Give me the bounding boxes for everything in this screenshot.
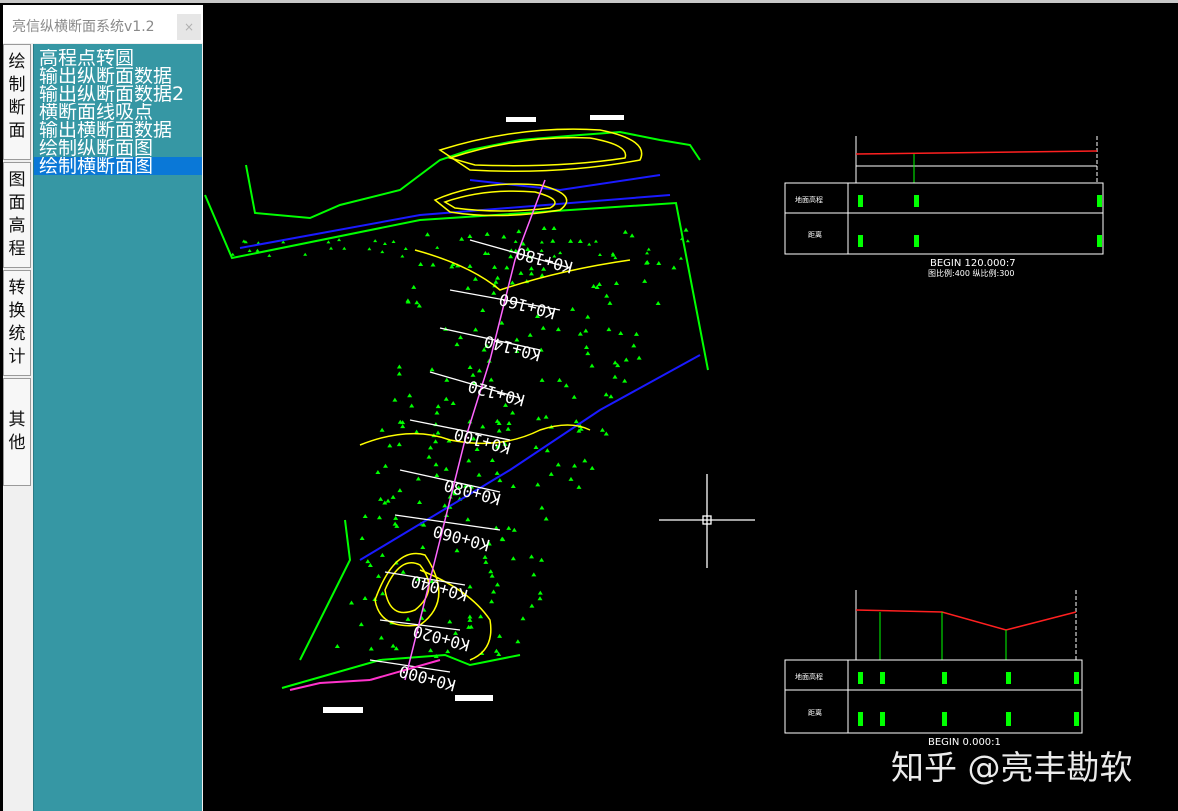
- panel-titlebar: 亮信纵横断面系统v1.2 ×: [3, 5, 203, 43]
- station-label: K0+040: [409, 572, 470, 605]
- plugin-panel: 亮信纵横断面系统v1.2 × 绘制 断面 图面 高程 转换 统计 其他 高程点转…: [3, 5, 203, 811]
- cross-section-top: 地面高程 距离 BEGIN 120.000:7 图比例:400 纵比例:300: [784, 136, 1104, 278]
- road-line: [239, 194, 671, 249]
- list-item-export-profile-2[interactable]: 输出纵断面数据2: [34, 85, 202, 103]
- station-label: K0+180: [514, 244, 575, 277]
- list-item-draw-profile[interactable]: 绘制纵断面图: [34, 139, 202, 157]
- station-label: K0+000: [397, 662, 458, 695]
- svg-text:地面高程: 地面高程: [795, 195, 823, 204]
- panel-title: 亮信纵横断面系统v1.2: [12, 19, 155, 35]
- list-item-draw-cross-section[interactable]: 绘制横断面图: [34, 157, 202, 175]
- tab-surface-elevation[interactable]: 图面 高程: [3, 162, 31, 268]
- station-label: K0+060: [431, 522, 492, 555]
- svg-text:距离: 距离: [808, 230, 822, 239]
- station-labels: K0+180K0+160K0+140K0+120K0+100K0+080K0+0…: [397, 244, 575, 695]
- station-label: K0+160: [497, 290, 558, 323]
- list-item-section-snap[interactable]: 横断面线吸点: [34, 103, 202, 121]
- svg-text:地面高程: 地面高程: [795, 672, 823, 681]
- command-list: 高程点转圆 输出纵断面数据 输出纵断面数据2 横断面线吸点 输出横断面数据 绘制…: [33, 44, 202, 811]
- list-item-export-cross-section[interactable]: 输出横断面数据: [34, 121, 202, 139]
- station-label: K0+120: [466, 377, 527, 410]
- cad-crosshair-cursor: [659, 474, 755, 568]
- station-label: K0+020: [411, 622, 472, 655]
- cad-canvas[interactable]: K0+180K0+160K0+140K0+120K0+100K0+080K0+0…: [203, 3, 1178, 811]
- tab-other[interactable]: 其他: [3, 378, 31, 486]
- tab-convert-stats[interactable]: 转换 统计: [3, 270, 31, 376]
- svg-text:距离: 距离: [808, 708, 822, 717]
- cross-section-bottom: 地面高程 距离 BEGIN 0.000:1: [784, 590, 1083, 748]
- station-label: K0+140: [482, 332, 543, 365]
- close-button[interactable]: ×: [177, 14, 201, 40]
- watermark: 知乎 @亮丰勘软: [891, 748, 1133, 787]
- list-item-height-to-circle[interactable]: 高程点转圆: [34, 49, 202, 67]
- svg-text:图比例:400 纵比例:300: 图比例:400 纵比例:300: [928, 268, 1014, 278]
- list-item-export-profile[interactable]: 输出纵断面数据: [34, 67, 202, 85]
- tab-draw-section[interactable]: 绘制 断面: [3, 44, 31, 160]
- svg-text:BEGIN 120.000:7: BEGIN 120.000:7: [930, 258, 1016, 269]
- vertical-tabs: 绘制 断面 图面 高程 转换 统计 其他: [3, 44, 33, 488]
